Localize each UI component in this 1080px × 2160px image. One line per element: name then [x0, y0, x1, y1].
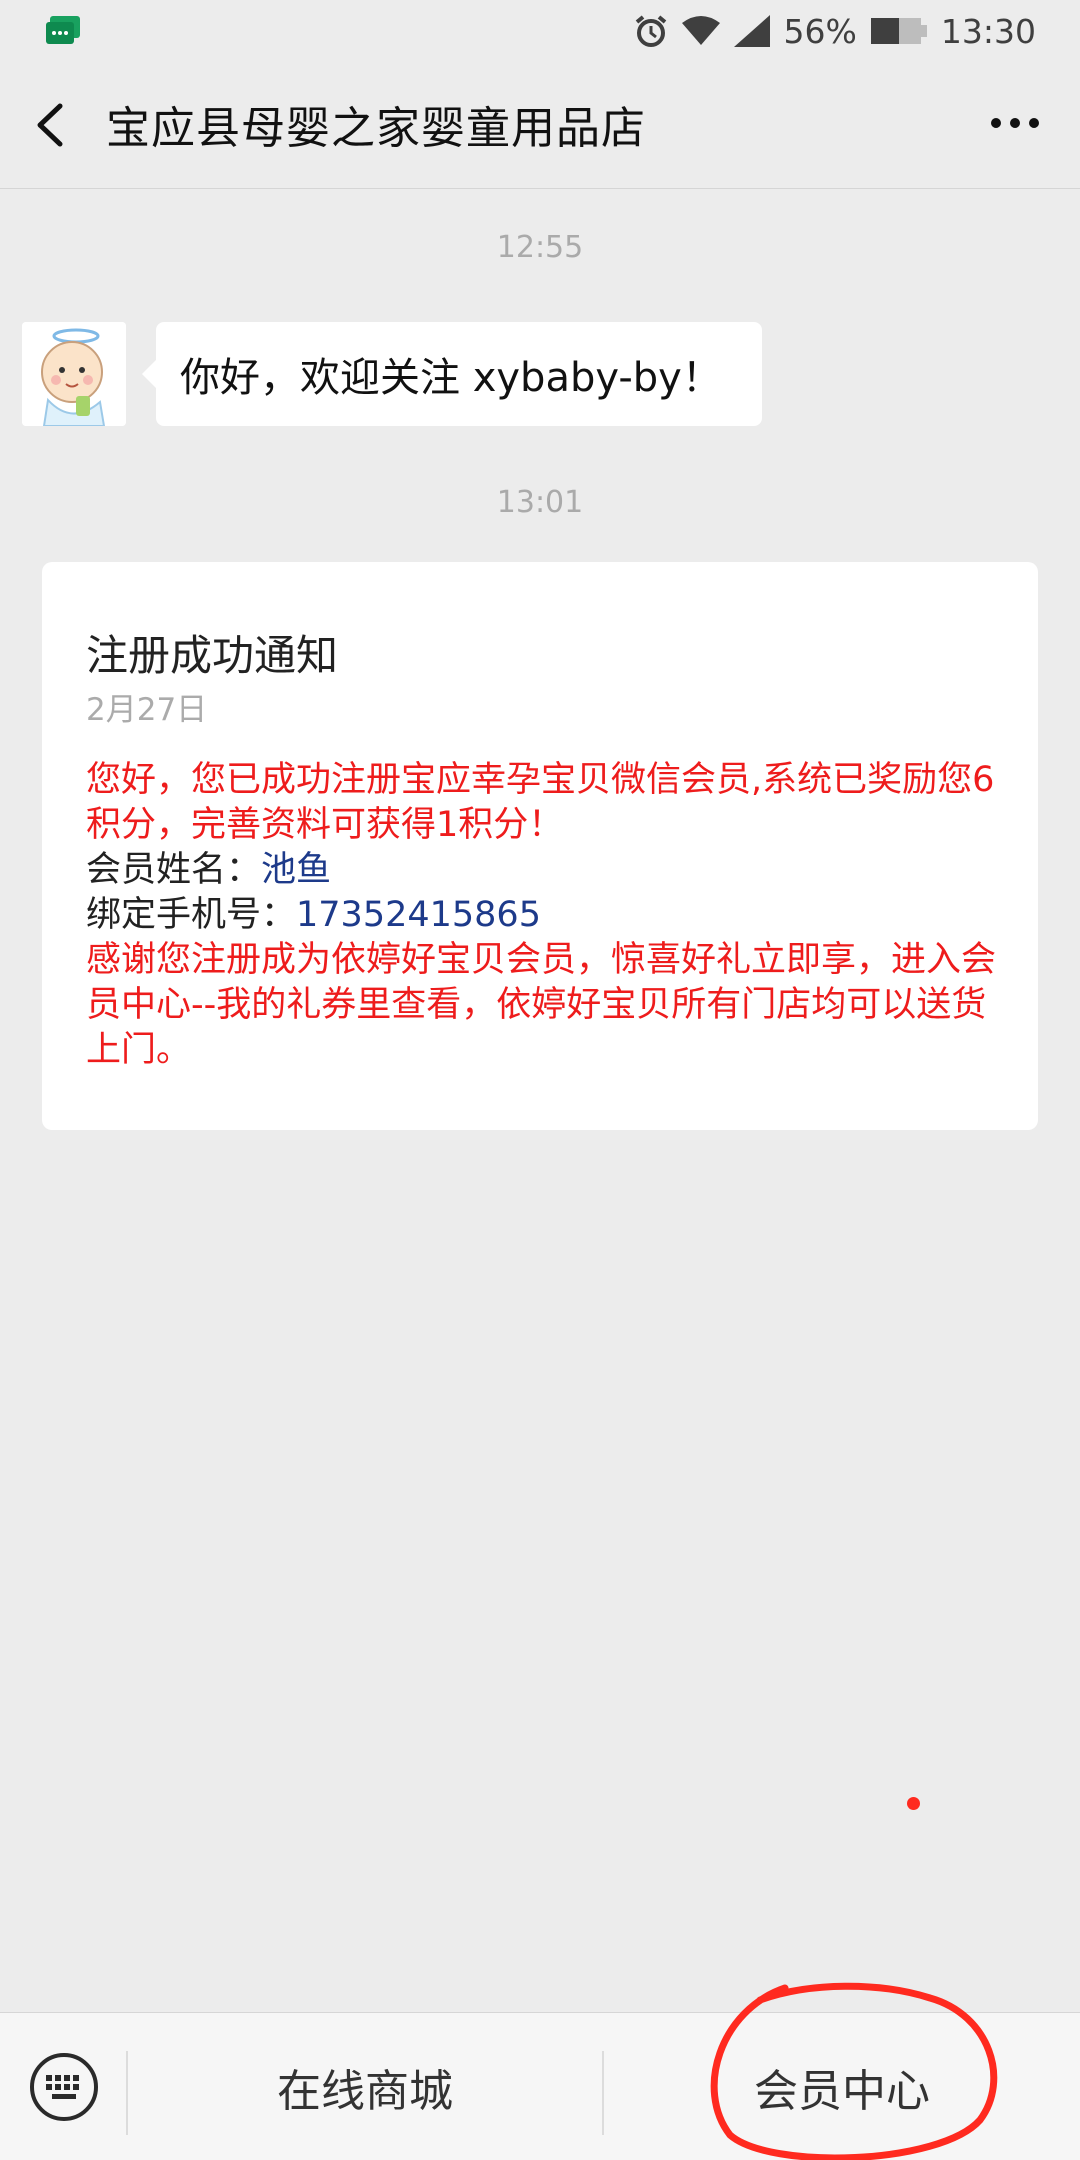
- alarm-icon: [635, 15, 666, 47]
- wifi-icon: [681, 16, 720, 45]
- wechat-notification-icon: [46, 16, 80, 44]
- avatar[interactable]: [22, 322, 126, 426]
- status-right: 56% 13:30: [634, 8, 1036, 54]
- card-body: 您好，您已成功注册宝应幸孕宝贝微信会员,系统已奖励您6积分，完善资料可获得1积分…: [86, 758, 998, 1073]
- battery-percent: 56%: [783, 11, 857, 51]
- signal-icon: [733, 15, 770, 47]
- page-title: 宝应县母婴之家婴童用品店: [106, 103, 646, 154]
- card-title: 注册成功通知: [86, 631, 339, 680]
- baby-avatar-icon: [22, 322, 126, 426]
- welcome-message-text: 你好，欢迎关注 xybaby-by！: [180, 355, 722, 401]
- bottom-menu-bar: 在线商城 会员中心: [0, 2012, 1080, 2160]
- card-date: 2月27日: [86, 692, 208, 728]
- message-timestamp: 13:01: [496, 485, 584, 520]
- keyboard-icon[interactable]: [28, 2051, 100, 2123]
- clock: 13:30: [940, 11, 1036, 51]
- member-name-label: 会员姓名：: [86, 850, 262, 890]
- menu-online-mall-label: 在线商城: [277, 2066, 453, 2117]
- menu-online-mall[interactable]: 在线商城: [128, 2013, 602, 2160]
- phone-row: 绑定手机号：17352415865: [86, 893, 998, 938]
- chevron-left-icon[interactable]: [30, 100, 70, 150]
- menu-member-center[interactable]: 会员中心: [604, 2013, 1080, 2160]
- menu-member-center-label: 会员中心: [754, 2066, 930, 2117]
- status-bar: 56% 13:30: [0, 0, 1080, 62]
- card-outro-text: 感谢您注册成为依婷好宝贝会员，惊喜好礼立即享，进入会员中心--我的礼券里查看，依…: [86, 940, 997, 1070]
- more-dots-icon[interactable]: [990, 116, 1040, 130]
- wechat-chat-screen: 56% 13:30 宝应县母婴之家婴童用品店 12:55 你好，欢迎关注 xyb…: [0, 0, 1080, 2160]
- welcome-message-bubble: 你好，欢迎关注 xybaby-by！: [142, 322, 762, 426]
- message-timestamp: 12:55: [496, 230, 584, 265]
- card-intro-text: 您好，您已成功注册宝应幸孕宝贝微信会员,系统已奖励您6积分，完善资料可获得1积分…: [86, 760, 995, 845]
- nav-bar: 宝应县母婴之家婴童用品店: [0, 62, 1080, 189]
- phone-value: 17352415865: [296, 895, 541, 935]
- member-name-row: 会员姓名：池鱼: [86, 848, 998, 893]
- phone-label: 绑定手机号：: [86, 895, 297, 935]
- annotation-dot: [907, 1797, 920, 1810]
- registration-notice-card[interactable]: 注册成功通知 2月27日 您好，您已成功注册宝应幸孕宝贝微信会员,系统已奖励您6…: [42, 562, 1038, 1130]
- member-name-value: 池鱼: [261, 850, 332, 890]
- battery-icon: [870, 18, 927, 44]
